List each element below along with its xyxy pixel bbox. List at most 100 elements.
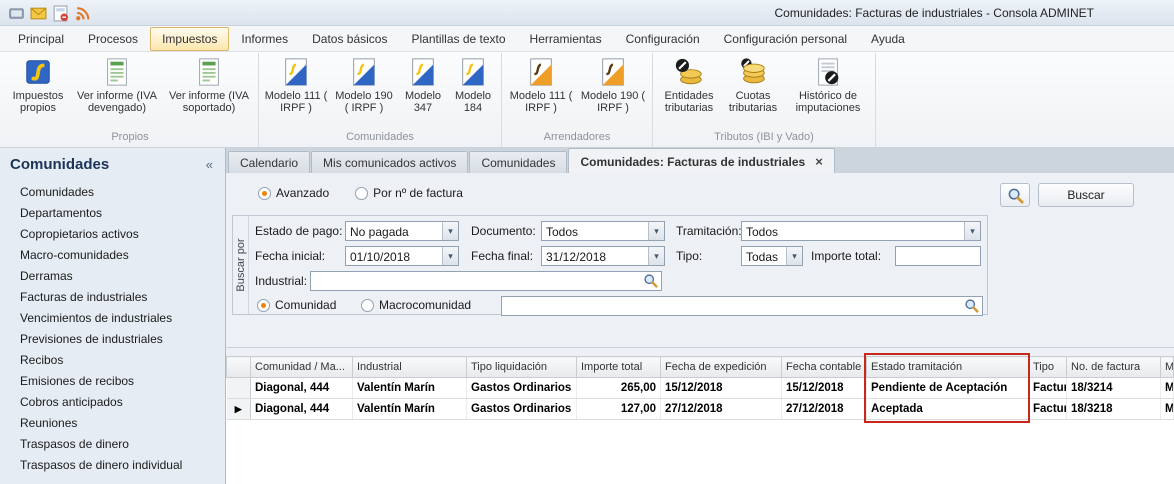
- cell-comunidad[interactable]: Diagonal, 444: [251, 378, 353, 399]
- comunidad-search-icon[interactable]: [964, 298, 981, 315]
- sidebar-item-cobros-anticipados[interactable]: Cobros anticipados: [0, 392, 225, 413]
- cell-tipo-liquidacion[interactable]: Gastos Ordinarios: [467, 399, 577, 420]
- column-header-estado-tramitacion[interactable]: Estado tramitación: [867, 357, 1029, 378]
- row-indicator[interactable]: [227, 378, 251, 399]
- column-header-importe-total[interactable]: Importe total: [577, 357, 661, 378]
- modelo-347-button[interactable]: Modelo 347: [398, 53, 448, 130]
- buscar-button[interactable]: Buscar: [1038, 183, 1134, 207]
- chevron-down-icon[interactable]: ▾: [648, 247, 664, 265]
- cell-tipo[interactable]: Factura: [1029, 399, 1067, 420]
- sidebar-item-derramas[interactable]: Derramas: [0, 266, 225, 287]
- sidebar-item-traspasos-de-dinero-individual[interactable]: Traspasos de dinero individual: [0, 455, 225, 476]
- column-header-fecha-contable[interactable]: Fecha contable: [782, 357, 867, 378]
- calculator-icon[interactable]: [52, 5, 69, 21]
- radio-avanzado[interactable]: Avanzado: [258, 186, 329, 200]
- sidebar-item-departamentos[interactable]: Departamentos: [0, 203, 225, 224]
- cuotas-tributarias-button[interactable]: Cuotas tributarias: [722, 53, 784, 130]
- sidebar-item-vencimientos-de-industriales[interactable]: Vencimientos de industriales: [0, 308, 225, 329]
- cell-clipped[interactable]: M: [1161, 378, 1174, 399]
- entidades-tributarias-button[interactable]: Entidades tributarias: [656, 53, 722, 130]
- sidebar-item-copropietarios-activos[interactable]: Copropietarios activos: [0, 224, 225, 245]
- cell-tipo[interactable]: Factura: [1029, 378, 1067, 399]
- sidebar-item-recibos[interactable]: Recibos: [0, 350, 225, 371]
- radio-macrocomunidad[interactable]: Macrocomunidad: [361, 298, 471, 312]
- modelo-184-button[interactable]: Modelo 184: [448, 53, 498, 130]
- sidebar-item-reuniones[interactable]: Reuniones: [0, 413, 225, 434]
- menu-tab-herramientas[interactable]: Herramientas: [518, 27, 614, 51]
- menu-tab-configuracion[interactable]: Configuración: [614, 27, 712, 51]
- cell-fecha-contable[interactable]: 27/12/2018: [782, 399, 867, 420]
- column-header-comunidad[interactable]: Comunidad / Ma...: [251, 357, 353, 378]
- signal-icon[interactable]: [74, 5, 91, 21]
- chevron-down-icon[interactable]: ▾: [442, 247, 458, 265]
- radio-por-numero-factura[interactable]: Por nº de factura: [355, 186, 463, 200]
- menu-tab-datos-basicos[interactable]: Datos básicos: [300, 27, 399, 51]
- cell-industrial[interactable]: Valentín Marín: [353, 399, 467, 420]
- doc-tab-facturas-industriales[interactable]: Comunidades: Facturas de industriales ×: [568, 148, 834, 173]
- impuestos-propios-button[interactable]: Impuestos propios: [5, 53, 71, 130]
- capture-icon[interactable]: [8, 5, 25, 21]
- column-header-industrial[interactable]: Industrial: [353, 357, 467, 378]
- radio-comunidad[interactable]: Comunidad: [257, 298, 336, 312]
- doc-tab-mis-comunicados-activos[interactable]: Mis comunicados activos: [311, 151, 468, 173]
- cell-tipo-liquidacion[interactable]: Gastos Ordinarios: [467, 378, 577, 399]
- sidebar-item-facturas-de-industriales[interactable]: Facturas de industriales: [0, 287, 225, 308]
- ver-informe-iva-soportado-button[interactable]: Ver informe (IVA soportado): [163, 53, 255, 130]
- chevron-down-icon[interactable]: ▾: [786, 247, 802, 265]
- modelo-190-comunidades-button[interactable]: Modelo 190 ( IRPF ): [330, 53, 398, 130]
- cell-fecha-expedicion[interactable]: 27/12/2018: [661, 399, 782, 420]
- column-header-tipo-liquidacion[interactable]: Tipo liquidación: [467, 357, 577, 378]
- modelo-190-arrendadores-button[interactable]: Modelo 190 ( IRPF ): [577, 53, 649, 130]
- modelo-111-comunidades-button[interactable]: Modelo 111 ( IRPF ): [262, 53, 330, 130]
- chevron-down-icon[interactable]: ▾: [964, 222, 980, 240]
- ver-informe-iva-devengado-button[interactable]: Ver informe (IVA devengado): [71, 53, 163, 130]
- sidebar-item-comunidades[interactable]: Comunidades: [0, 182, 225, 203]
- row-indicator-selected[interactable]: ▶: [227, 399, 251, 420]
- cell-estado-tramitacion[interactable]: Aceptada: [867, 399, 1029, 420]
- industrial-field[interactable]: [311, 272, 661, 290]
- column-header-clipped[interactable]: M: [1161, 357, 1174, 378]
- cell-fecha-expedicion[interactable]: 15/12/2018: [661, 378, 782, 399]
- importe-total-field[interactable]: [896, 247, 980, 265]
- cell-comunidad[interactable]: Diagonal, 444: [251, 399, 353, 420]
- modelo-111-arrendadores-button[interactable]: Modelo 111 ( IRPF ): [505, 53, 577, 130]
- cell-no-factura[interactable]: 18/3218: [1067, 399, 1161, 420]
- cell-industrial[interactable]: Valentín Marín: [353, 378, 467, 399]
- sidebar-item-previsiones-de-industriales[interactable]: Previsiones de industriales: [0, 329, 225, 350]
- close-tab-icon[interactable]: ×: [815, 157, 823, 167]
- doc-tab-calendario[interactable]: Calendario: [228, 151, 310, 173]
- documento-select[interactable]: Todos ▾: [541, 221, 665, 241]
- estado-de-pago-select[interactable]: No pagada ▾: [345, 221, 459, 241]
- table-row-selected[interactable]: ▶ Diagonal, 444 Valentín Marín Gastos Or…: [227, 399, 1174, 420]
- menu-tab-plantillas[interactable]: Plantillas de texto: [399, 27, 517, 51]
- menu-tab-impuestos[interactable]: Impuestos: [150, 27, 229, 51]
- cell-no-factura[interactable]: 18/3214: [1067, 378, 1161, 399]
- menu-tab-principal[interactable]: Principal: [6, 27, 76, 51]
- cell-estado-tramitacion[interactable]: Pendiente de Aceptación: [867, 378, 1029, 399]
- doc-tab-comunidades[interactable]: Comunidades: [469, 151, 567, 173]
- mail-icon[interactable]: [30, 5, 47, 21]
- menu-tab-procesos[interactable]: Procesos: [76, 27, 150, 51]
- menu-tab-informes[interactable]: Informes: [229, 27, 300, 51]
- column-header-no-factura[interactable]: No. de factura: [1067, 357, 1161, 378]
- cell-clipped[interactable]: M: [1161, 399, 1174, 420]
- table-row[interactable]: Diagonal, 444 Valentín Marín Gastos Ordi…: [227, 378, 1174, 399]
- search-icon[interactable]: [1000, 183, 1030, 207]
- sidebar-item-macro-comunidades[interactable]: Macro-comunidades: [0, 245, 225, 266]
- tramitacion-select[interactable]: Todos ▾: [741, 221, 981, 241]
- menu-tab-ayuda[interactable]: Ayuda: [859, 27, 917, 51]
- column-header-fecha-expedicion[interactable]: Fecha de expedición: [661, 357, 782, 378]
- collapse-sidebar-icon[interactable]: «: [206, 157, 213, 172]
- fecha-inicial-select[interactable]: 01/10/2018 ▾: [345, 246, 459, 266]
- fecha-final-select[interactable]: 31/12/2018 ▾: [541, 246, 665, 266]
- comunidad-field[interactable]: [502, 297, 982, 315]
- column-header-tipo[interactable]: Tipo: [1029, 357, 1067, 378]
- tipo-select[interactable]: Todas ▾: [741, 246, 803, 266]
- chevron-down-icon[interactable]: ▾: [442, 222, 458, 240]
- chevron-down-icon[interactable]: ▾: [648, 222, 664, 240]
- sidebar-item-traspasos-de-dinero[interactable]: Traspasos de dinero: [0, 434, 225, 455]
- cell-importe-total[interactable]: 127,00: [577, 399, 661, 420]
- industrial-search-icon[interactable]: [643, 273, 660, 290]
- cell-importe-total[interactable]: 265,00: [577, 378, 661, 399]
- cell-fecha-contable[interactable]: 15/12/2018: [782, 378, 867, 399]
